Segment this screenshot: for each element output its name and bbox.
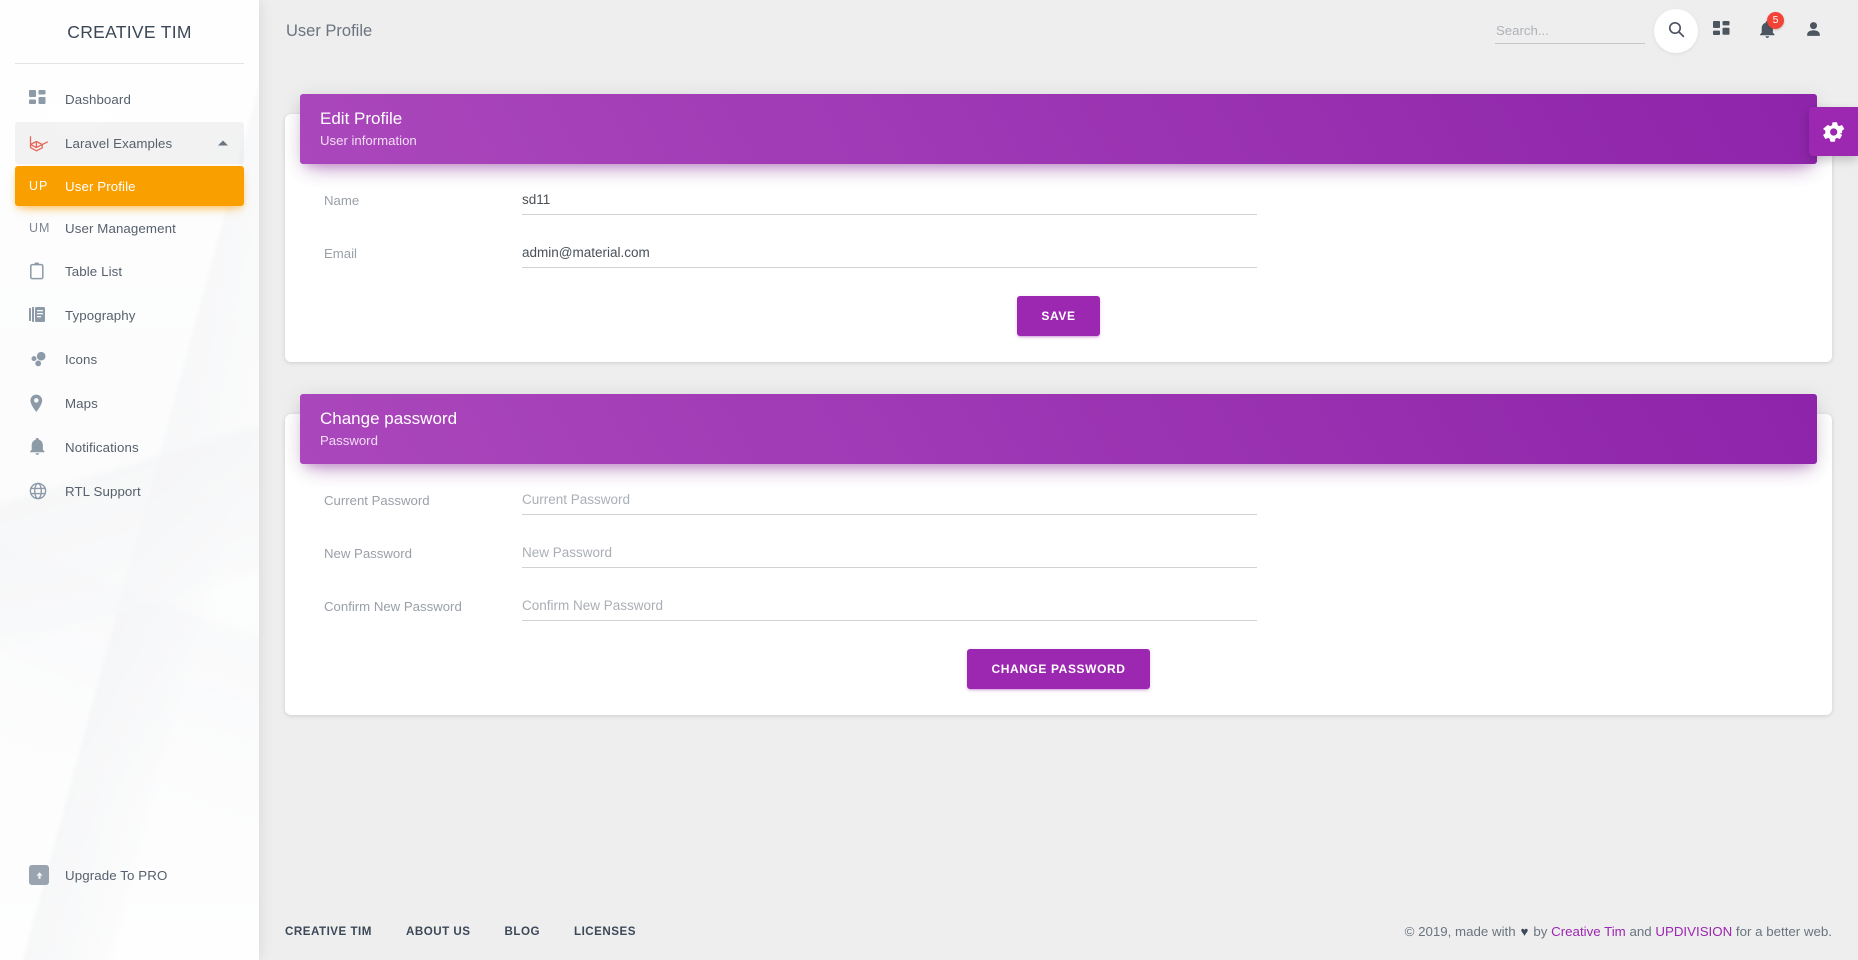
copyright-by: by — [1533, 923, 1548, 939]
sidebar-item-maps[interactable]: Maps — [15, 382, 244, 424]
account-button[interactable] — [1790, 8, 1836, 54]
sidebar-item-icons[interactable]: Icons — [15, 338, 244, 380]
sidebar-item-label: Laravel Examples — [65, 135, 173, 151]
chevron-up-icon — [218, 140, 228, 146]
person-icon — [1805, 21, 1822, 41]
bell-icon — [29, 435, 59, 459]
copyright-and: and — [1629, 923, 1652, 939]
library-books-icon — [29, 303, 59, 327]
copyright-suffix: for a better web. — [1735, 923, 1832, 939]
sidebar-item-label: User Profile — [65, 178, 136, 194]
sidebar-item-laravel-examples[interactable]: Laravel Examples — [15, 122, 244, 164]
page-title: User Profile — [286, 21, 373, 40]
sidebar-brand[interactable]: CREATIVE TIM — [0, 0, 259, 64]
sidebar-item-upgrade-to-pro[interactable]: Upgrade To PRO — [15, 854, 244, 896]
dashboard-grid-button[interactable] — [1698, 8, 1744, 54]
clipboard-icon — [29, 259, 59, 283]
footer-link-licenses[interactable]: LICENSES — [574, 925, 636, 938]
footer-link-creative-tim[interactable]: CREATIVE TIM — [285, 925, 372, 938]
change-password-actions: CHANGE PASSWORD — [307, 643, 1810, 689]
sidebar-nav: Dashboard Laravel Examples UP User Profi… — [0, 64, 259, 512]
sidebar-item-label: User Management — [65, 220, 176, 236]
sidebar-item-notifications[interactable]: Notifications — [15, 426, 244, 468]
sidebar-item-mini: UM — [29, 221, 51, 235]
search-icon — [1668, 21, 1685, 41]
email-input[interactable] — [522, 237, 1257, 268]
field-label: Current Password — [324, 493, 430, 508]
change-password-card: Change password Password Current Passwor… — [285, 394, 1832, 715]
footer-link-creative-tim-inline[interactable]: Creative Tim — [1551, 924, 1626, 939]
form-row-confirm-new-password: Confirm New Password — [307, 590, 1810, 621]
top-navbar: User Profile Search... 5 — [259, 0, 1858, 62]
grid-icon — [1712, 21, 1730, 41]
sidebar-item-user-management[interactable]: UM User Management — [15, 208, 244, 248]
card-subtitle: User information — [320, 133, 417, 148]
sidebar-submenu-laravel: UP User Profile UM User Management — [0, 166, 259, 248]
sidebar-item-user-profile[interactable]: UP User Profile — [15, 166, 244, 206]
current-password-input[interactable] — [522, 484, 1257, 515]
notifications-button[interactable]: 5 — [1744, 8, 1790, 54]
sidebar-item-label: Maps — [65, 395, 98, 411]
main-panel: User Profile Search... 5 Edit Profile Us… — [259, 0, 1858, 960]
footer-links: CREATIVE TIM ABOUT US BLOG LICENSES — [285, 925, 670, 938]
sidebar-upgrade-section: Upgrade To PRO — [0, 852, 259, 898]
globe-icon — [29, 479, 59, 503]
footer: CREATIVE TIM ABOUT US BLOG LICENSES © 20… — [259, 902, 1858, 960]
brand-text: CREATIVE TIM — [67, 21, 192, 42]
form-row-current-password: Current Password — [307, 484, 1810, 515]
settings-panel-toggle[interactable] — [1809, 107, 1858, 156]
sidebar-item-label: Table List — [65, 263, 123, 279]
card-subtitle: Password — [320, 433, 378, 448]
sidebar: CREATIVE TIM Dashboard Laravel Examples … — [0, 0, 259, 960]
field-label: Name — [324, 193, 360, 208]
field-label: Confirm New Password — [324, 599, 462, 614]
sidebar-item-label: Notifications — [65, 439, 139, 455]
sidebar-item-label: RTL Support — [65, 483, 141, 499]
change-password-card-header: Change password Password — [300, 394, 1817, 464]
heart-icon: ♥ — [1520, 923, 1529, 939]
sidebar-item-mini: UP — [29, 179, 49, 193]
edit-profile-actions: SAVE — [307, 290, 1810, 336]
sidebar-item-dashboard[interactable]: Dashboard — [15, 78, 244, 120]
new-password-input[interactable] — [522, 537, 1257, 568]
card-title: Edit Profile — [320, 109, 403, 128]
bubble-chart-icon — [29, 347, 59, 371]
footer-link-updivision[interactable]: UPDIVISION — [1655, 924, 1732, 939]
form-row-name: Name — [307, 184, 1810, 215]
navbar-actions: 5 — [1495, 8, 1836, 54]
laravel-icon — [29, 131, 59, 155]
dashboard-icon — [29, 87, 59, 111]
search-field-wrapper — [1495, 18, 1645, 44]
change-password-button[interactable]: CHANGE PASSWORD — [967, 649, 1150, 689]
search-input[interactable] — [1495, 18, 1645, 44]
notification-badge: 5 — [1767, 12, 1784, 29]
footer-copyright: © 2019, made with ♥ by Creative Tim and … — [1405, 924, 1832, 939]
sidebar-item-label: Typography — [65, 307, 136, 323]
sidebar-item-typography[interactable]: Typography — [15, 294, 244, 336]
confirm-new-password-input[interactable] — [522, 590, 1257, 621]
edit-profile-card-header: Edit Profile User information — [300, 94, 1817, 164]
save-button[interactable]: SAVE — [1017, 296, 1100, 336]
copyright-prefix: © 2019, made with — [1404, 923, 1516, 939]
gear-icon — [1822, 121, 1845, 143]
sidebar-item-table-list[interactable]: Table List — [15, 250, 244, 292]
field-label: Email — [324, 246, 357, 261]
sidebar-item-label: Upgrade To PRO — [65, 867, 168, 883]
footer-link-blog[interactable]: BLOG — [505, 925, 541, 938]
sidebar-item-label: Dashboard — [65, 91, 131, 107]
card-title: Change password — [320, 409, 458, 428]
sidebar-item-rtl-support[interactable]: RTL Support — [15, 470, 244, 512]
footer-link-about-us[interactable]: ABOUT US — [406, 925, 471, 938]
edit-profile-card: Edit Profile User information Name Email… — [285, 94, 1832, 362]
unarchive-icon — [29, 863, 59, 887]
sidebar-item-label: Icons — [65, 351, 98, 367]
form-row-email: Email — [307, 237, 1810, 268]
search-button[interactable] — [1654, 9, 1698, 53]
location-pin-icon — [29, 391, 59, 415]
form-row-new-password: New Password — [307, 537, 1810, 568]
field-label: New Password — [324, 546, 412, 561]
name-input[interactable] — [522, 184, 1257, 215]
content-area: Edit Profile User information Name Email… — [259, 94, 1858, 715]
